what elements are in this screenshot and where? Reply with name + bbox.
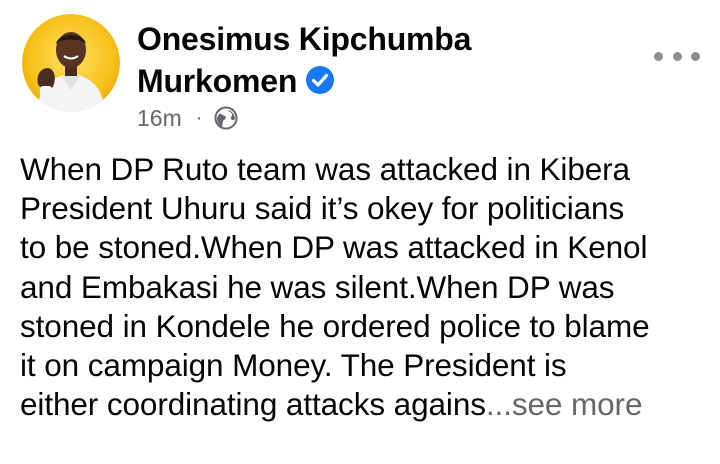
post-text: When DP Ruto team was attacked in Kibera… [20, 150, 710, 424]
see-more-ellipsis: ... [485, 386, 512, 423]
verified-badge-icon [306, 66, 335, 94]
facebook-post: Onesimus Kipchumba Murkomen 16m · When D… [0, 0, 720, 464]
post-meta: 16m · [137, 103, 238, 133]
post-text-line: to be stoned.When DP was attacked in Ken… [20, 229, 648, 266]
globe-icon[interactable] [214, 106, 238, 130]
post-text-line: When DP Ruto team was attacked in Kibera [20, 151, 630, 187]
author-name-line2: Murkomen [137, 60, 577, 102]
post-text-line: President Uhuru said it’s okey for polit… [20, 190, 625, 227]
author-name[interactable]: Onesimus Kipchumba Murkomen [137, 18, 577, 102]
post-text-line: stoned in Kondele he ordered police to b… [20, 307, 650, 344]
author-name-line1: Onesimus Kipchumba [137, 21, 472, 57]
post-text-last-line: either coordinating attacks agains...see… [20, 385, 710, 424]
author-avatar[interactable] [22, 14, 120, 112]
more-options-dot [672, 51, 682, 61]
profile-photo [22, 14, 120, 112]
post-timestamp[interactable]: 16m [137, 105, 182, 132]
more-options-dot [691, 51, 700, 61]
post-text-line: it on campaign Money. The President is [20, 347, 567, 384]
more-options-button[interactable] [654, 44, 700, 68]
meta-separator: · [195, 107, 203, 129]
post-text-line: and Embakasi he was silent.When DP was [20, 268, 615, 305]
post-text-line: either coordinating attacks agains [20, 386, 486, 423]
see-more-link[interactable]: see more [512, 386, 643, 422]
more-options-icon [654, 51, 663, 61]
author-name-line2-text: Murkomen [137, 63, 298, 99]
